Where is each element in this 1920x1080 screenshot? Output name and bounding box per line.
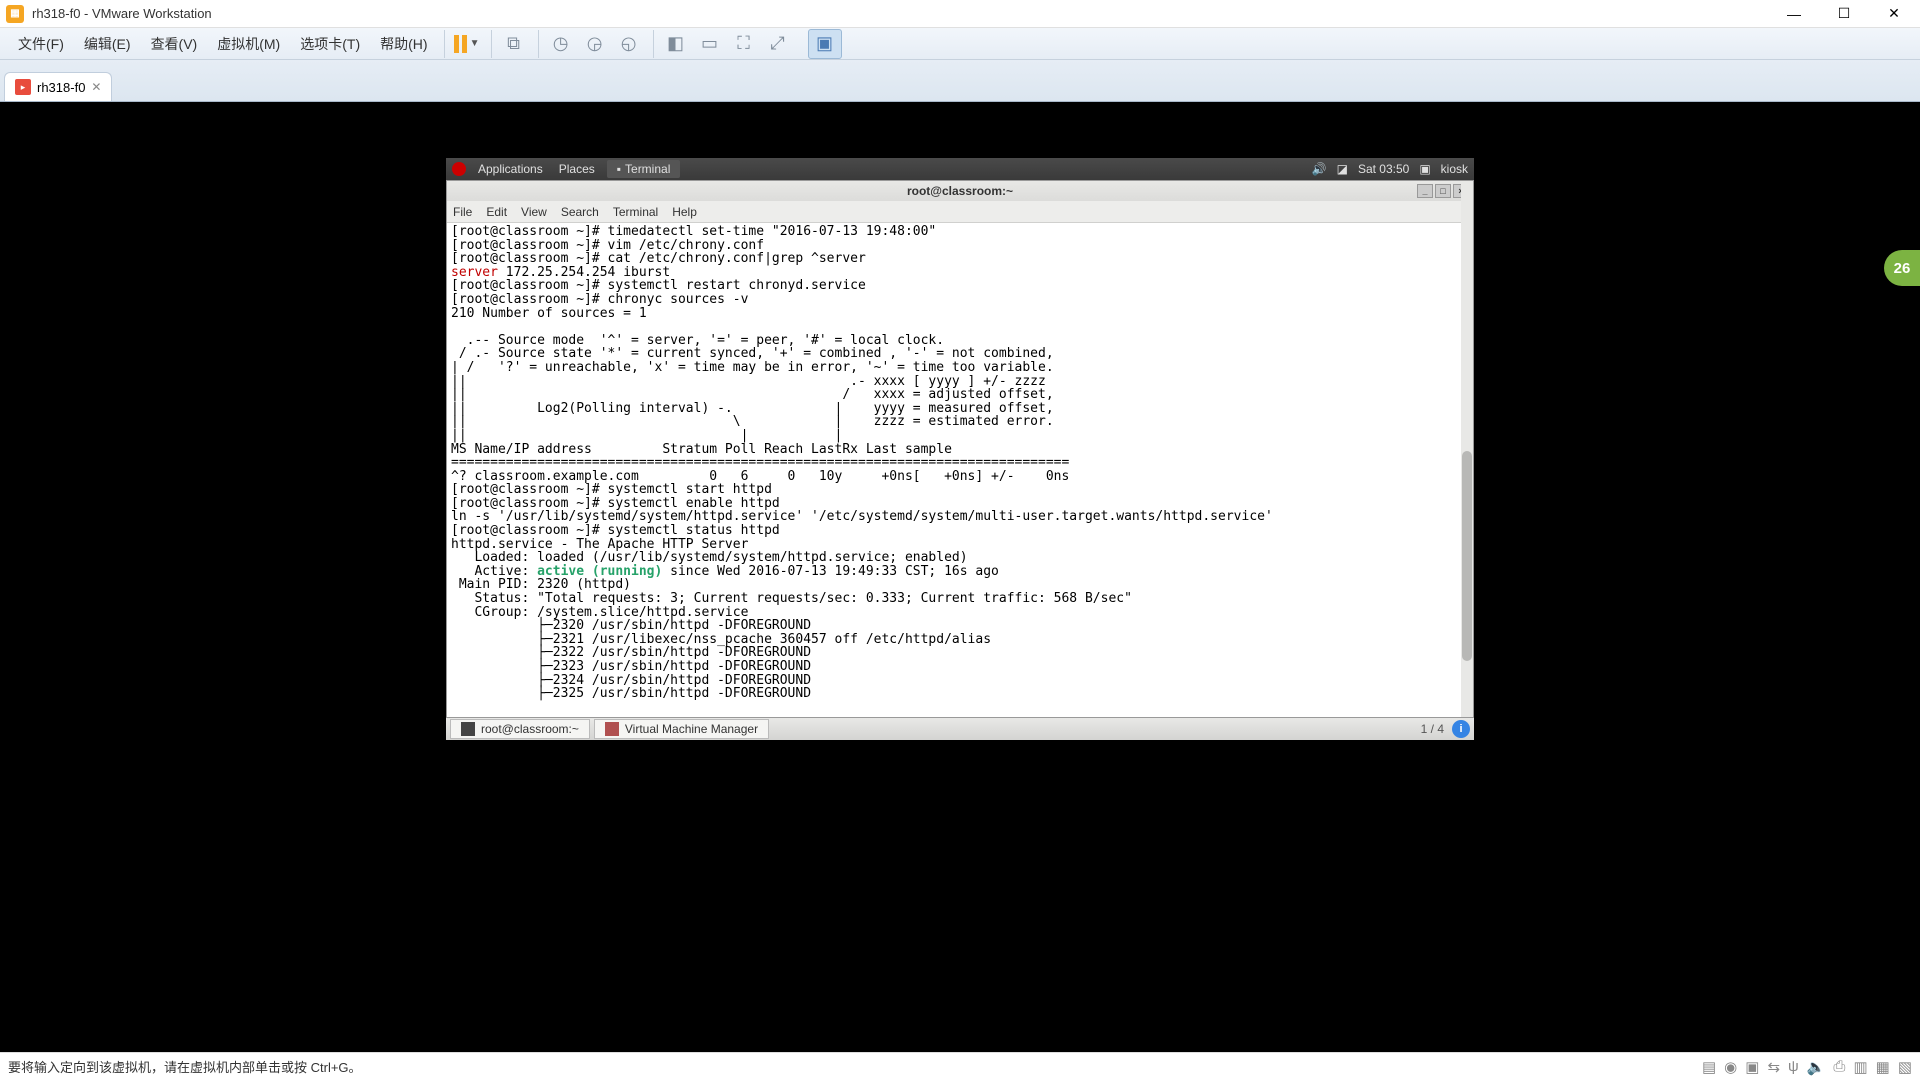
workspace-indicator[interactable]: 1 / 4: [1421, 722, 1444, 736]
terminal-scrollbar[interactable]: [1461, 181, 1473, 717]
floppy-icon[interactable]: ▥: [1853, 1058, 1867, 1076]
term-menu-edit[interactable]: Edit: [486, 205, 507, 219]
close-icon[interactable]: ✕: [91, 80, 101, 94]
user-label[interactable]: kiosk: [1441, 162, 1468, 176]
split-icon: ◧: [667, 33, 684, 54]
fullscreen-icon: ⛶: [737, 33, 750, 54]
pause-icon: [454, 35, 467, 53]
gnome-places[interactable]: Places: [551, 162, 603, 176]
separator: [653, 30, 654, 58]
stretch-icon: ⤢: [770, 33, 784, 54]
term-menu-view[interactable]: View: [521, 205, 547, 219]
network-icon[interactable]: ⇆: [1767, 1058, 1780, 1076]
menu-file[interactable]: 文件(F): [8, 30, 74, 58]
snapshot-manage-button[interactable]: ◵: [613, 28, 645, 60]
fullscreen-button[interactable]: ⛶: [728, 28, 760, 60]
display-icon[interactable]: ▣: [1419, 162, 1430, 176]
pause-vm-button[interactable]: ▼: [451, 28, 483, 60]
view-unity-button[interactable]: ▭: [694, 28, 726, 60]
vm-tab-rh318[interactable]: ▸ rh318-f0 ✕: [4, 72, 112, 101]
quick-switch-button[interactable]: ▣: [808, 29, 842, 59]
vmware-statusbar: 要将输入定向到该虚拟机，请在虚拟机内部单击或按 Ctrl+G。 ▤ ◉ ▣ ⇆ …: [0, 1052, 1920, 1080]
separator: [491, 30, 492, 58]
terminal-output[interactable]: [root@classroom ~]# timedatectl set-time…: [447, 223, 1473, 717]
snapshot-revert-button[interactable]: ◶: [579, 28, 611, 60]
terminal-menubar: File Edit View Search Terminal Help: [447, 201, 1473, 223]
task-vmm-label: Virtual Machine Manager: [625, 722, 758, 736]
separator: [444, 30, 445, 58]
clock-label[interactable]: Sat 03:50: [1358, 162, 1409, 176]
vmware-logo-icon: ▦: [6, 5, 24, 23]
scrollbar-thumb[interactable]: [1462, 451, 1472, 661]
display-dev-icon[interactable]: ▣: [1745, 1058, 1759, 1076]
clock-gear-icon: ◵: [621, 33, 637, 54]
vm-tab-strip: ▸ rh318-f0 ✕: [0, 60, 1920, 102]
window-title: rh318-f0 - VMware Workstation: [32, 6, 212, 21]
close-button[interactable]: ✕: [1884, 4, 1904, 24]
clock-back-icon: ◶: [587, 33, 603, 54]
vm-icon: ▸: [15, 79, 31, 95]
maximize-button[interactable]: ☐: [1834, 4, 1854, 24]
vmware-menubar: 文件(F) 编辑(E) 查看(V) 虚拟机(M) 选项卡(T) 帮助(H) ▼ …: [0, 28, 1920, 60]
terminal-icon: [461, 722, 475, 736]
vmware-titlebar: ▦ rh318-f0 - VMware Workstation — ☐ ✕: [0, 0, 1920, 28]
gnome-applications[interactable]: Applications: [470, 162, 551, 176]
vm-tab-label: rh318-f0: [37, 80, 85, 95]
view-console-button[interactable]: ◧: [660, 28, 692, 60]
redhat-icon: [452, 162, 466, 176]
gnome-active-app[interactable]: ▪Terminal: [607, 160, 681, 178]
terminal-titlebar[interactable]: root@classroom:~ _ □ ×: [447, 181, 1473, 201]
task-vmm[interactable]: Virtual Machine Manager: [594, 719, 769, 739]
terminal-minimize-button[interactable]: _: [1417, 184, 1433, 198]
monitor-icon: ▭: [701, 33, 718, 54]
menu-view[interactable]: 查看(V): [141, 30, 208, 58]
terminal-window: root@classroom:~ _ □ × File Edit View Se…: [446, 180, 1474, 718]
window-icon: ▣: [816, 33, 833, 54]
task-terminal[interactable]: root@classroom:~: [450, 719, 590, 739]
menu-vm[interactable]: 虚拟机(M): [207, 30, 290, 58]
device-icon[interactable]: ▦: [1876, 1058, 1890, 1076]
gnome-bottom-panel: root@classroom:~ Virtual Machine Manager…: [446, 718, 1474, 740]
snapshot-take-button[interactable]: ◷: [545, 28, 577, 60]
printer-icon[interactable]: ⎙: [1833, 1058, 1845, 1076]
terminal-maximize-button[interactable]: □: [1435, 184, 1451, 198]
volume-icon[interactable]: 🔊: [1312, 162, 1327, 176]
screen-icon: ⧉: [507, 33, 520, 54]
term-menu-file[interactable]: File: [453, 205, 472, 219]
stretch-button[interactable]: ⤢: [762, 28, 794, 60]
folder-icon[interactable]: ▧: [1898, 1058, 1912, 1076]
separator: [538, 30, 539, 58]
gnome-top-panel: Applications Places ▪Terminal 🔊 ◪ Sat 03…: [446, 158, 1474, 180]
notification-badge[interactable]: 26: [1884, 250, 1920, 286]
sound-icon[interactable]: 🔈: [1807, 1058, 1826, 1076]
menu-tabs[interactable]: 选项卡(T): [290, 30, 370, 58]
harddisk-icon[interactable]: ▤: [1702, 1058, 1716, 1076]
send-keys-button[interactable]: ⧉: [498, 28, 530, 60]
guest-desktop[interactable]: Applications Places ▪Terminal 🔊 ◪ Sat 03…: [446, 158, 1474, 740]
usb-icon[interactable]: ψ: [1788, 1058, 1799, 1076]
vm-display-area[interactable]: Applications Places ▪Terminal 🔊 ◪ Sat 03…: [0, 102, 1920, 1052]
chevron-down-icon: ▼: [470, 38, 480, 49]
cd-icon[interactable]: ◉: [1724, 1058, 1737, 1076]
term-menu-terminal[interactable]: Terminal: [613, 205, 658, 219]
terminal-title-text: root@classroom:~: [907, 184, 1013, 198]
device-status-icons: ▤ ◉ ▣ ⇆ ψ 🔈 ⎙ ▥ ▦ ▧: [1702, 1058, 1912, 1076]
vmm-icon: [605, 722, 619, 736]
term-menu-search[interactable]: Search: [561, 205, 599, 219]
minimize-button[interactable]: —: [1784, 4, 1804, 24]
battery-icon[interactable]: ◪: [1337, 162, 1348, 176]
notification-icon[interactable]: i: [1452, 720, 1470, 738]
clock-icon: ◷: [553, 33, 569, 54]
task-terminal-label: root@classroom:~: [481, 722, 579, 736]
terminal-icon: ▪: [617, 162, 621, 176]
status-hint: 要将输入定向到该虚拟机，请在虚拟机内部单击或按 Ctrl+G。: [8, 1057, 362, 1076]
term-menu-help[interactable]: Help: [672, 205, 697, 219]
menu-help[interactable]: 帮助(H): [370, 30, 437, 58]
menu-edit[interactable]: 编辑(E): [74, 30, 141, 58]
